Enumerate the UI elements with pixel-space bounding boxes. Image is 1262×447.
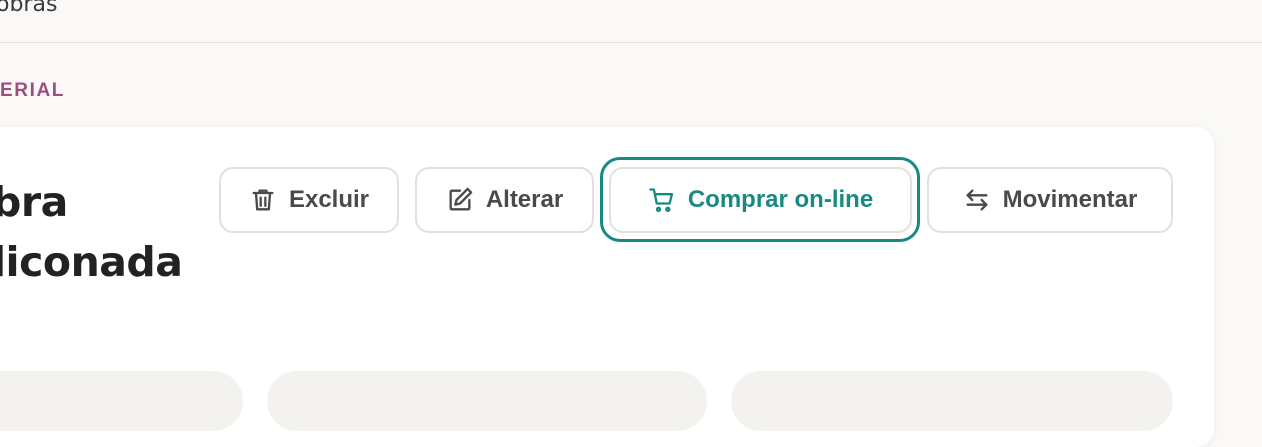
trash-icon: [252, 189, 274, 211]
top-bar: obras: [0, 0, 1262, 43]
edit-button-label: Alterar: [485, 186, 564, 213]
move-button-label: Movimentar: [1002, 186, 1138, 213]
section-label: ERIAL: [0, 80, 65, 101]
info-tile: [0, 371, 243, 431]
item-title: bra liconada: [0, 172, 183, 292]
delete-button[interactable]: Excluir: [219, 167, 399, 233]
item-title-line-2: liconada: [0, 238, 183, 286]
breadcrumb[interactable]: obras: [0, 0, 57, 17]
buy-online-button-label: Comprar on-line: [687, 186, 874, 213]
buy-online-button[interactable]: Comprar on-line: [609, 167, 912, 233]
edit-button[interactable]: Alterar: [415, 167, 594, 233]
info-tile: [267, 371, 707, 431]
move-button[interactable]: Movimentar: [927, 167, 1173, 233]
cart-icon: [648, 188, 673, 213]
info-tile: [731, 371, 1173, 431]
delete-button-label: Excluir: [288, 186, 370, 213]
edit-icon: [449, 187, 473, 211]
item-title-line-1: bra: [0, 178, 68, 226]
swap-arrows-icon: [966, 189, 988, 211]
